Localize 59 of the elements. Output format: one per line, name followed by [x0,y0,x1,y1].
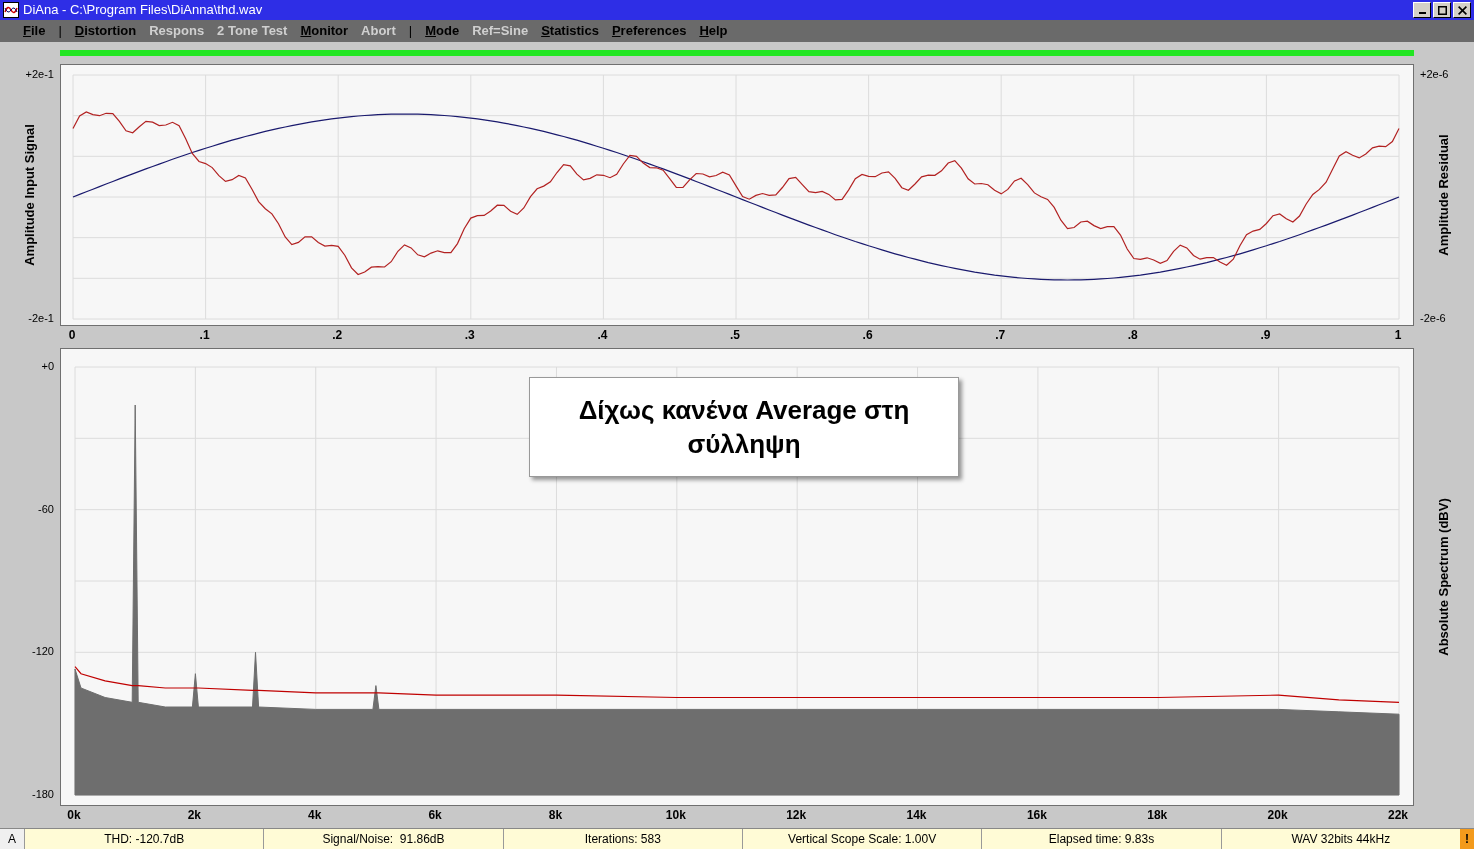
status-cell: Signal/Noise: 91.86dB [263,829,503,849]
window-title: DiAna - C:\Program Files\DiAnna\thd.wav [23,1,263,20]
axis-tick-label: 12k [786,809,807,821]
menu-item[interactable]: Statistics [541,21,599,41]
axis-tick-label: 20k [1267,809,1288,821]
axis-tick-label: 16k [1026,809,1047,821]
close-icon [1457,5,1467,15]
axis-tick-label: +2e-6 [1420,69,1449,80]
axis-tick-label: 1 [1394,329,1402,341]
axis-tick-label: 10k [665,809,686,821]
axis-tick-label: 0 [68,329,76,341]
close-button[interactable] [1453,2,1471,18]
axis-tick-label: .6 [862,329,873,341]
axis-tick-label: 2k [187,809,202,821]
axis-tick-label: 6k [428,809,442,821]
menu-item[interactable]: Preferences [611,21,687,41]
axis-title: Absolute Spectrum (dBV) [1435,498,1453,656]
status-cell: THD: -120.7dB [24,829,264,849]
status-cell: Vertical Scope Scale: 1.00V [742,829,982,849]
status-cell: Iterations: 583 [502,829,742,849]
axis-tick-label: +0 [41,361,54,372]
axis-tick-label: .2 [332,329,343,341]
status-mode: A [0,829,24,849]
axis-tick-label: .3 [464,329,475,341]
axis-tick-label: -2e-1 [28,313,54,324]
maximize-button[interactable] [1433,2,1451,18]
axis-title: Amplitude Residual [1435,134,1453,256]
menu-separator: | [408,22,413,41]
menu-separator: | [58,22,62,41]
axis-tick-label: .5 [730,329,740,341]
axis-tick-label: 22k [1388,809,1408,821]
app-icon [3,2,19,18]
axis-tick-label: .1 [199,329,210,341]
maximize-icon [1437,5,1447,15]
minimize-button[interactable] [1413,2,1431,18]
axis-tick-label: .8 [1127,329,1138,341]
menu-item[interactable]: Help [699,21,728,41]
axis-tick-label: -120 [31,646,54,658]
axis-tick-label: .7 [995,329,1006,341]
axis-tick-label: +2e-1 [25,69,54,80]
status-cell: WAV 32bits 44kHz [1220,829,1460,849]
axis-title: Amplitude Input Signal [21,124,39,266]
axis-tick-label: 8k [548,809,563,821]
axis-tick-label: 14k [906,809,927,821]
axis-tick-label: -180 [31,789,54,800]
minimize-icon [1418,12,1426,14]
menu-item[interactable]: Mode [425,21,460,41]
menu-item[interactable]: Monitor [300,21,349,41]
axis-tick-label: -2e-6 [1420,313,1446,324]
axis-tick-label: 18k [1147,809,1168,821]
axis-tick-label: 0k [67,809,81,821]
axis-tick-label: .4 [597,329,608,341]
axis-tick-label: 4k [308,809,322,821]
menu-item[interactable]: Distortion [74,21,137,41]
axis-tick-label: -60 [38,503,54,515]
axis-tick-label: .9 [1260,329,1271,341]
annotation-box: Δίχως κανένα Average στη σύλληψη [529,377,959,477]
status-cell: Elapsed time: 9.83s [981,829,1221,849]
menu-item[interactable]: File [23,21,46,41]
